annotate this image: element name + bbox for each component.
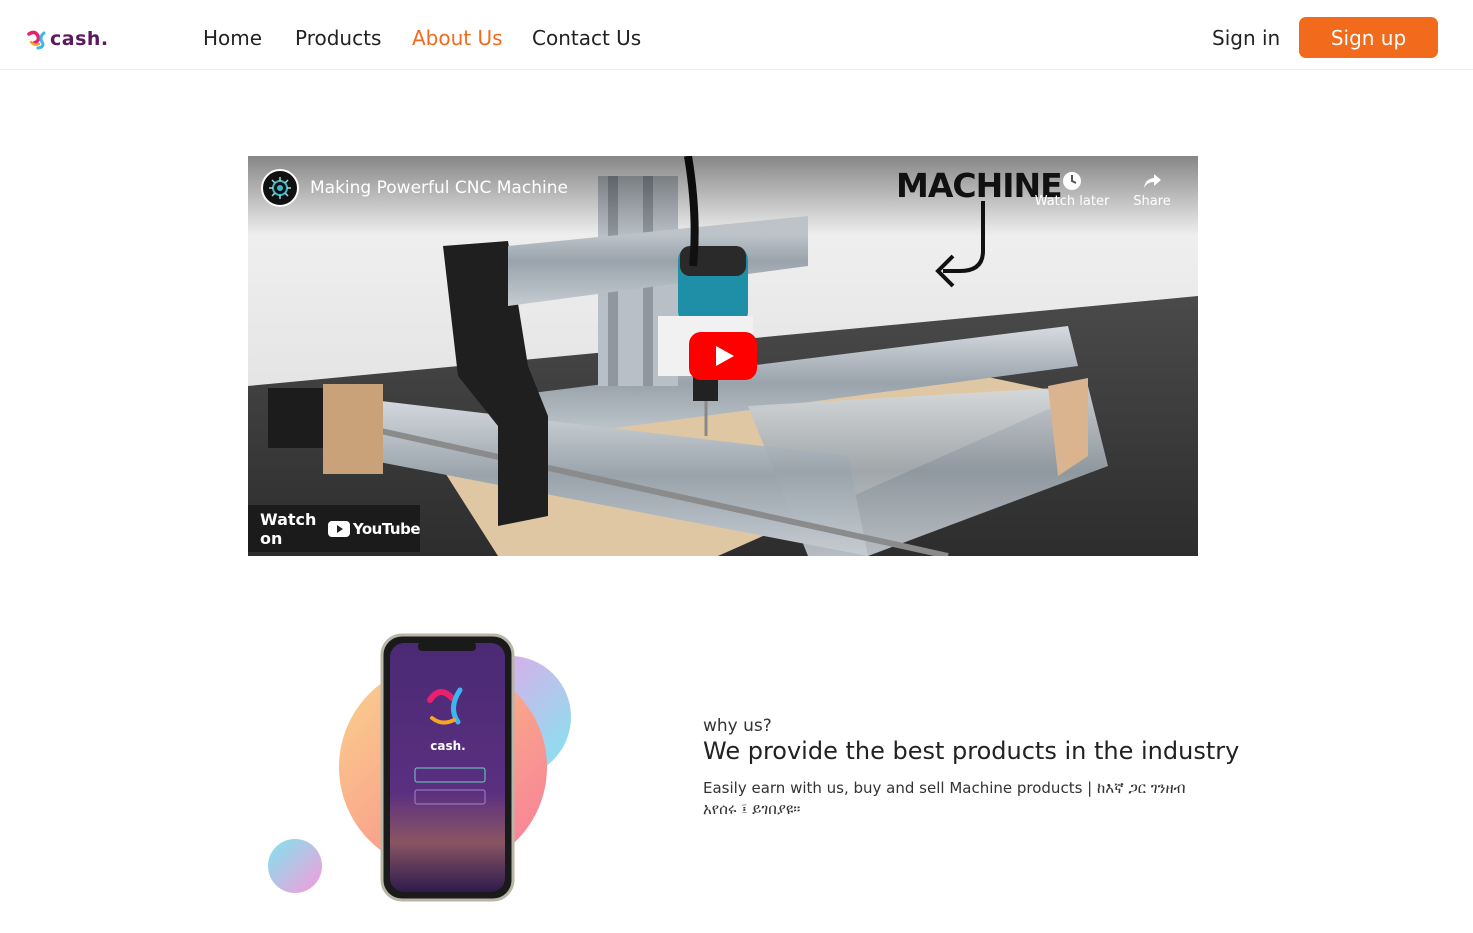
youtube-play-glyph-icon	[327, 520, 350, 537]
watch-later-label: Watch later	[1034, 194, 1110, 209]
phone-brand-text: cash.	[430, 739, 465, 753]
channel-avatar-icon[interactable]	[261, 169, 299, 207]
youtube-wordmark: YouTube	[352, 519, 421, 538]
why-us-description: Easily earn with us, buy and sell Machin…	[703, 779, 1186, 818]
youtube-logo-icon: YouTube	[327, 519, 421, 538]
why-us-heading: We provide the best products in the indu…	[703, 737, 1240, 765]
logo-text: cash.	[50, 28, 109, 50]
watch-later-button[interactable]: Watch later	[1032, 170, 1112, 209]
play-icon[interactable]	[689, 332, 757, 380]
brand-logo[interactable]: cash.	[26, 26, 109, 52]
sign-up-button[interactable]: Sign up	[1299, 17, 1438, 58]
watch-on-label: Watch on	[260, 509, 317, 548]
watch-on-youtube-button[interactable]: Watch on YouTube	[248, 505, 421, 552]
sign-in-link[interactable]: Sign in	[1212, 25, 1280, 51]
youtube-video-embed[interactable]: Making Powerful CNC Machine MACHINE Watc…	[248, 156, 1198, 556]
video-title[interactable]: Making Powerful CNC Machine	[310, 178, 568, 198]
share-label: Share	[1133, 194, 1171, 209]
nav-home[interactable]: Home	[203, 25, 262, 51]
navbar: cash. Home Products About Us Contact Us …	[0, 0, 1473, 70]
phone-illustration: cash.	[268, 633, 571, 902]
nav-contact-us[interactable]: Contact Us	[532, 25, 641, 51]
nav-products[interactable]: Products	[295, 25, 381, 51]
clock-icon	[1063, 172, 1081, 190]
share-arrow-icon	[1144, 174, 1161, 188]
nav-about-us[interactable]: About Us	[412, 25, 503, 51]
gear-logo-icon	[269, 177, 291, 199]
cash-logo-icon	[27, 30, 46, 50]
why-us-label: why us?	[703, 716, 772, 736]
share-button[interactable]: Share	[1112, 170, 1192, 209]
